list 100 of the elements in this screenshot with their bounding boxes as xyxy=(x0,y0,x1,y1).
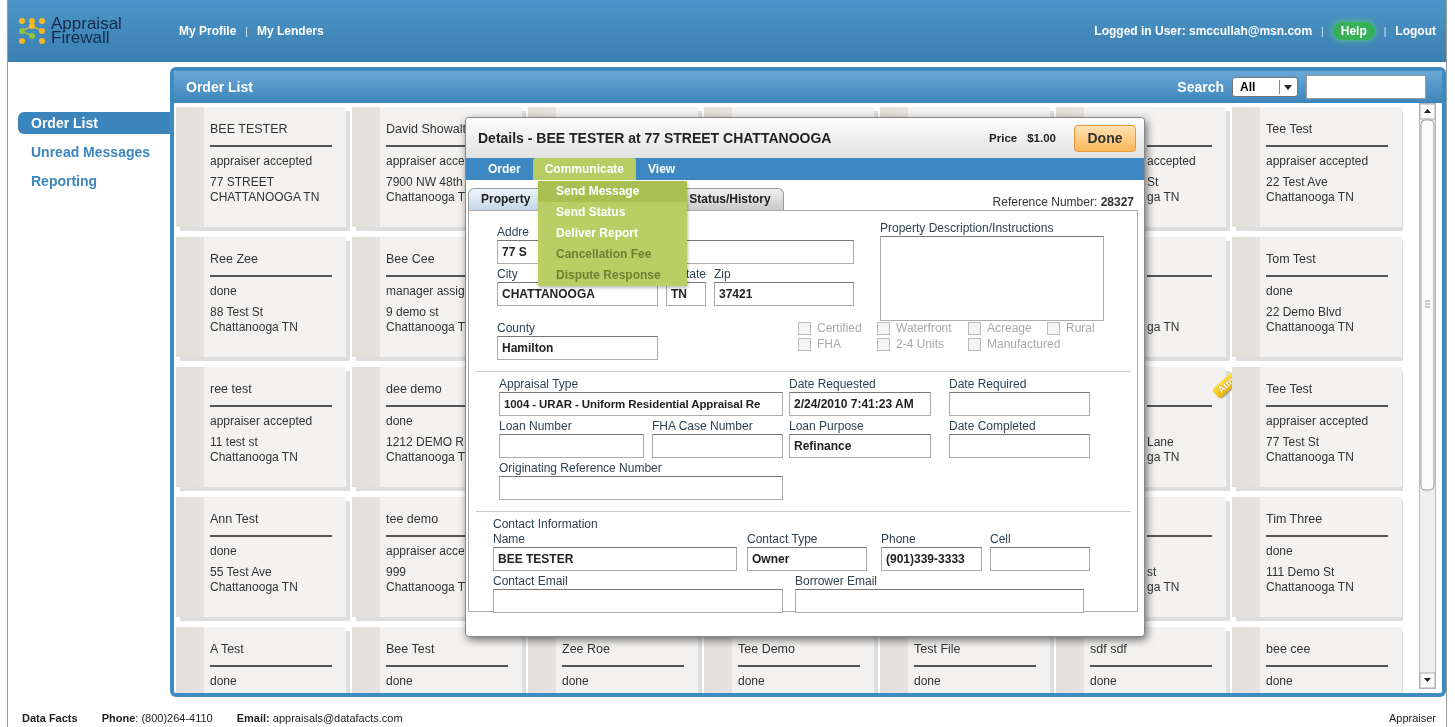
card-status: done xyxy=(1266,673,1293,689)
card-city: Chattanooga TN xyxy=(1266,580,1354,595)
field-label: Property Description/Instructions xyxy=(880,221,1054,236)
card-name: Bee Cee xyxy=(386,251,435,267)
card-address: 1212 DEMO R xyxy=(386,435,465,450)
field-label: Zip xyxy=(714,267,731,282)
price-value: $1.00 xyxy=(1027,132,1056,144)
card-city: Chattanooga T xyxy=(386,580,466,595)
card-status: done xyxy=(562,673,589,689)
card-status: accepted xyxy=(1147,153,1196,169)
card-address: 77 STREET xyxy=(210,175,275,190)
card-name: Bee Test xyxy=(386,641,435,657)
separator: | xyxy=(1321,25,1324,37)
card-name: Ree Zee xyxy=(210,251,258,267)
checkbox-label: FHA xyxy=(817,337,841,351)
card-city: Chattanooga TN xyxy=(210,580,298,595)
card-city: Chattanooga TN xyxy=(1266,190,1354,205)
card-name: Tim Three xyxy=(1266,511,1323,527)
logo-text: Appraisal Firewall xyxy=(51,17,122,45)
checkbox-label: Waterfront xyxy=(896,321,952,335)
field-label: Date Requested xyxy=(789,377,876,392)
card-city: Chattanooga T xyxy=(386,190,466,205)
field-label: FHA Case Number xyxy=(652,419,753,434)
card-city: Chattanooga TN xyxy=(210,450,298,465)
card-address: 22 Test Ave xyxy=(1266,175,1328,190)
card-status: appraiser accepted xyxy=(1266,153,1369,169)
card-status: done xyxy=(386,413,413,429)
card-status: appraiser accepted xyxy=(1266,413,1369,429)
search-label: Search xyxy=(1177,79,1224,95)
field-label: Date Completed xyxy=(949,419,1036,434)
user-label: Logged in User: smccullah@msn.com xyxy=(1094,24,1313,38)
card-name: David Showalt xyxy=(386,121,466,137)
card-address: 9 demo st xyxy=(386,305,439,320)
card-city: ga TN xyxy=(1147,320,1180,335)
checkbox-label: 2-4 Units xyxy=(896,337,945,351)
card-status: done xyxy=(1266,283,1293,299)
card-name: tee demo xyxy=(386,511,439,527)
card-name: Tee Test xyxy=(1266,121,1313,137)
card-address: 88 Test St xyxy=(210,305,264,320)
field-label: City xyxy=(497,267,518,282)
reference-number: Reference Number: 28327 xyxy=(992,195,1134,210)
field-label: Name xyxy=(493,532,525,547)
separator: | xyxy=(1383,25,1387,37)
card-name: Tee Test xyxy=(1266,381,1313,397)
card-name: bee cee xyxy=(1266,641,1311,657)
card-address: 55 Test Ave xyxy=(210,565,272,580)
checkbox-label: Acreage xyxy=(987,321,1032,335)
card-name: A Test xyxy=(210,641,244,657)
card-status: done xyxy=(386,673,413,689)
card-address: 111 Demo St xyxy=(1266,565,1335,580)
card-status: done xyxy=(210,543,237,559)
card-name: Test File xyxy=(914,641,961,657)
checkbox-label: Certified xyxy=(817,321,862,335)
card-status: done xyxy=(1090,673,1117,689)
card-city: Chattanooga T xyxy=(386,320,466,335)
checkbox-label: Manufactured xyxy=(987,337,1061,351)
card-status: appraiser accepted xyxy=(210,413,313,429)
panel-title: Order List xyxy=(186,79,254,95)
card-status: appraiser accepted xyxy=(210,153,313,169)
card-name: Tee Demo xyxy=(738,641,795,657)
card-status: done xyxy=(914,673,941,689)
card-status: done xyxy=(210,673,237,689)
card-status: done xyxy=(1266,543,1293,559)
field-label: Date Required xyxy=(949,377,1027,392)
company-name: Data Facts xyxy=(22,712,78,724)
card-city: Chattanooga TN xyxy=(1266,450,1354,465)
card-address: st xyxy=(1147,565,1157,580)
card-address: 77 Test St xyxy=(1266,435,1320,450)
card-status: done xyxy=(738,673,765,689)
field-label: Addre xyxy=(497,225,530,240)
field-label: tate xyxy=(685,267,706,282)
card-name: Ann Test xyxy=(210,511,259,527)
field-label: Phone xyxy=(881,532,916,547)
contact-info: Phone: (800)264-4110 xyxy=(101,712,213,724)
card-name: BEE TESTER xyxy=(210,121,288,137)
field-label: Cell xyxy=(990,532,1011,547)
card-status: manager assig xyxy=(386,283,465,299)
card-name: ree test xyxy=(210,381,252,397)
card-name: Zee Roe xyxy=(562,641,610,657)
card-status: appraiser acce xyxy=(386,153,465,169)
card-city: CHATTANOOGA TN xyxy=(210,190,320,205)
separator: | xyxy=(245,25,248,37)
card-city: Chattanooga TN xyxy=(210,320,298,335)
card-address: 22 Demo Blvd xyxy=(1266,305,1342,320)
card-address: 7900 NW 48th xyxy=(386,175,463,190)
card-status: appraiser acce xyxy=(386,543,465,559)
card-address: 11 test st xyxy=(210,435,258,450)
card-name: dee demo xyxy=(386,381,442,397)
card-address: Lane xyxy=(1147,435,1174,450)
card-status: done xyxy=(210,283,237,299)
card-city: ga TN xyxy=(1147,450,1180,465)
card-city: Chattanooga TN xyxy=(1266,320,1354,335)
card-name: sdf sdf xyxy=(1090,641,1127,657)
price-label: Price xyxy=(989,132,1018,144)
checkbox-label: Rural xyxy=(1066,321,1095,335)
card-address: 999 xyxy=(386,565,407,580)
card-city: ga TN xyxy=(1147,580,1180,595)
card-city: Chattanooga T xyxy=(386,450,466,465)
contact-info: Email: appraisals@datafacts.com xyxy=(236,712,403,724)
card-city: ga TN xyxy=(1147,190,1180,205)
